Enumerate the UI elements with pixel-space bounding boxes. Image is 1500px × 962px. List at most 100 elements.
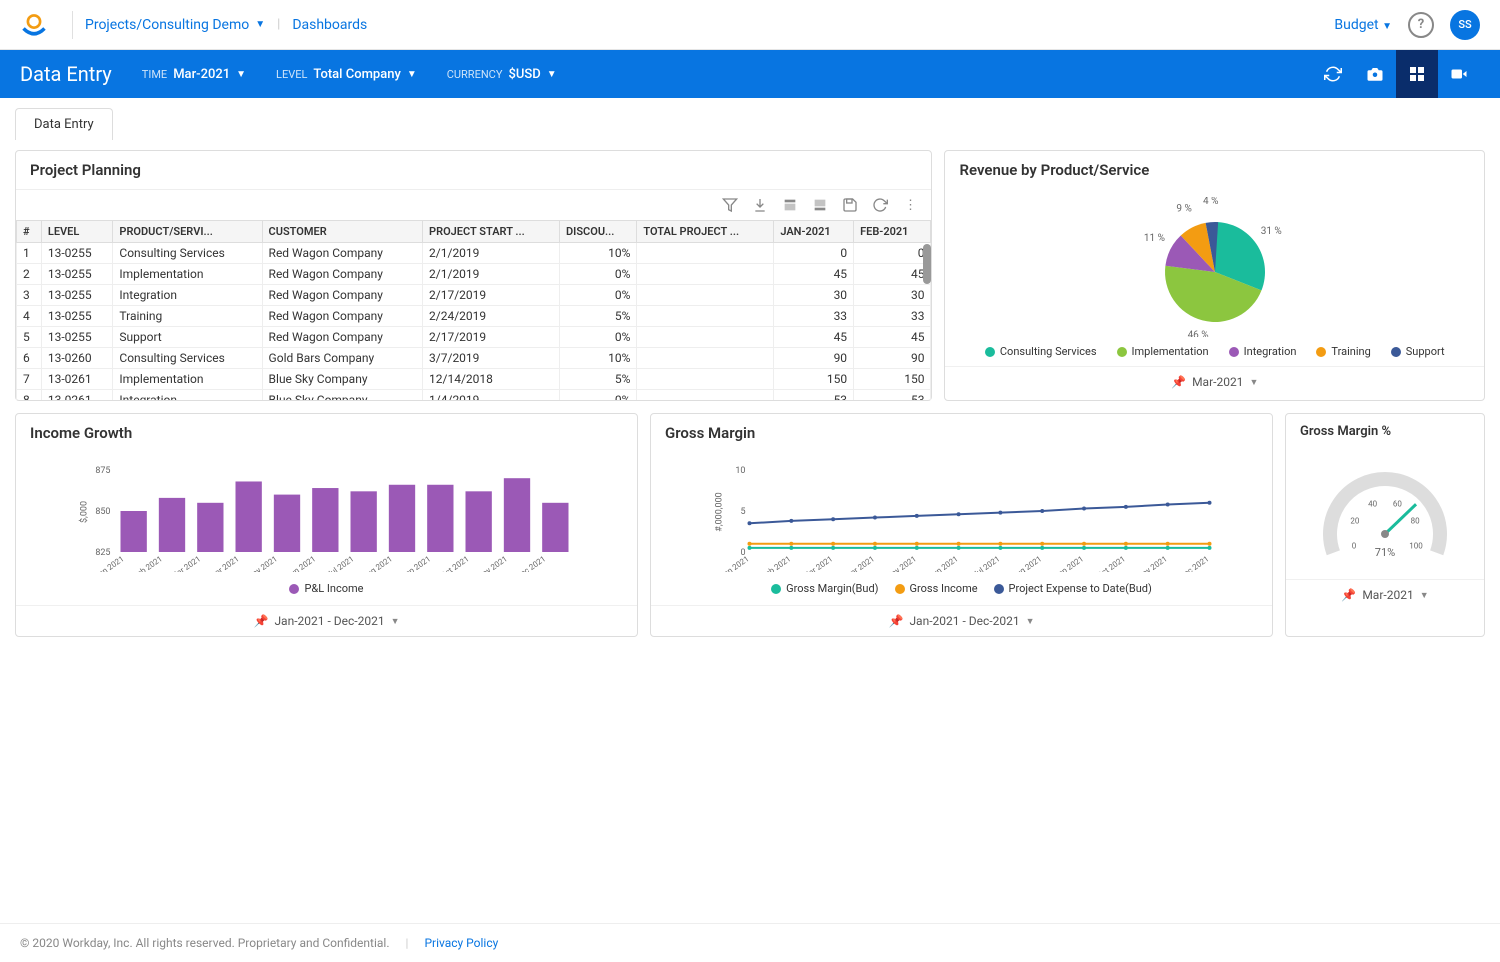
chevron-down-icon: ▼ <box>1420 590 1429 601</box>
breadcrumb-separator: | <box>277 17 280 32</box>
panel-footer-time[interactable]: 📌 Mar-2021 ▼ <box>945 366 1484 397</box>
legend-item: Support <box>1391 345 1445 358</box>
svg-text:875: 875 <box>95 466 110 476</box>
page-title: Data Entry <box>20 62 112 86</box>
chevron-down-icon[interactable]: ▼ <box>255 19 265 30</box>
download-icon[interactable] <box>749 194 771 216</box>
svg-text:Apr 2021: Apr 2021 <box>844 554 876 572</box>
table-header[interactable]: LEVEL <box>41 221 113 243</box>
svg-text:11 %: 11 % <box>1144 233 1165 244</box>
svg-text:Dec 2021: Dec 2021 <box>515 554 548 572</box>
panel-gross-margin: Gross Margin 0510#,000,000Jan 2021Feb 20… <box>650 413 1273 637</box>
table-header[interactable]: PRODUCT/SERVI... <box>113 221 262 243</box>
svg-text:4 %: 4 % <box>1203 197 1218 207</box>
table-row[interactable]: 813-0261IntegrationBlue Sky Company1/4/2… <box>17 390 931 401</box>
chevron-down-icon: ▼ <box>1249 377 1258 388</box>
grid-view-icon[interactable] <box>1396 50 1438 98</box>
gauge-chart: 02040608010071% <box>1310 459 1460 569</box>
svg-text:Jun 2021: Jun 2021 <box>927 554 959 572</box>
table-row[interactable]: 513-0255SupportRed Wagon Company2/17/201… <box>17 327 931 348</box>
table-header[interactable]: PROJECT START ... <box>423 221 560 243</box>
svg-text:Sep 2021: Sep 2021 <box>400 554 433 572</box>
chevron-down-icon: ▼ <box>391 616 400 627</box>
table-row[interactable]: 413-0255TrainingRed Wagon Company2/24/20… <box>17 306 931 327</box>
panel-revenue-pie: Revenue by Product/Service 31 % 46 % 11 % 9… <box>944 150 1485 401</box>
breadcrumb-projects[interactable]: Projects/Consulting Demo <box>85 17 249 33</box>
scrollbar-vertical[interactable] <box>923 244 931 284</box>
svg-text:Feb 2021: Feb 2021 <box>760 554 792 572</box>
tab-data-entry[interactable]: Data Entry <box>15 108 113 140</box>
filter-time[interactable]: TIME Mar-2021 ▼ <box>142 67 246 82</box>
table-row[interactable]: 113-0255Consulting ServicesRed Wagon Com… <box>17 243 931 264</box>
table-toolbar: ⋮ <box>16 189 931 220</box>
user-avatar[interactable]: SS <box>1450 10 1480 40</box>
save-icon[interactable] <box>839 194 861 216</box>
line-chart: 0510#,000,000Jan 2021Feb 2021Mar 2021Apr… <box>665 462 1258 572</box>
svg-text:Oct 2021: Oct 2021 <box>439 554 471 572</box>
panel-title: Project Planning <box>16 151 931 189</box>
legend-item: Project Expense to Date(Bud) <box>994 582 1152 595</box>
chevron-down-icon: ▼ <box>236 69 246 80</box>
svg-text:Dec 2021: Dec 2021 <box>1178 554 1211 572</box>
svg-text:Oct 2021: Oct 2021 <box>1095 554 1127 572</box>
svg-text:$,000: $,000 <box>79 501 90 523</box>
budget-dropdown[interactable]: Budget ▼ <box>1334 17 1392 33</box>
panel-title: Gross Margin <box>651 414 1272 452</box>
panel-income-growth: Income Growth 825850875$,000Jan 2021Feb … <box>15 413 638 637</box>
chevron-down-icon: ▼ <box>547 69 557 80</box>
svg-text:Mar 2021: Mar 2021 <box>169 554 202 572</box>
svg-text:#,000,000: #,000,000 <box>715 492 725 531</box>
legend-item: Gross Income <box>895 582 978 595</box>
top-nav: Projects/Consulting Demo ▼ | Dashboards … <box>0 0 1500 50</box>
svg-text:71%: 71% <box>1375 546 1395 559</box>
page-footer: © 2020 Workday, Inc. All rights reserved… <box>0 923 1500 962</box>
project-planning-table[interactable]: #LEVELPRODUCT/SERVI...CUSTOMERPROJECT ST… <box>16 220 931 400</box>
refresh-table-icon[interactable] <box>869 194 891 216</box>
legend-item: Consulting Services <box>985 345 1097 358</box>
svg-text:May 2021: May 2021 <box>245 554 279 572</box>
help-icon[interactable]: ? <box>1408 12 1434 38</box>
table-row[interactable]: 213-0255ImplementationRed Wagon Company2… <box>17 264 931 285</box>
table-header[interactable]: TOTAL PROJECT ... <box>637 221 774 243</box>
table-row[interactable]: 613-0260Consulting ServicesGold Bars Com… <box>17 348 931 369</box>
panel-gross-margin-pct: Gross Margin % 02040608010071% 📌 Mar-202… <box>1285 413 1485 637</box>
panel-title: Gross Margin % <box>1286 414 1484 449</box>
panel-footer-time[interactable]: 📌 Mar-2021 ▼ <box>1286 579 1484 610</box>
table-row[interactable]: 713-0261ImplementationBlue Sky Company12… <box>17 369 931 390</box>
svg-text:May 2021: May 2021 <box>884 554 918 572</box>
svg-text:9 %: 9 % <box>1176 203 1191 214</box>
export-icon[interactable] <box>779 194 801 216</box>
refresh-icon[interactable] <box>1312 50 1354 98</box>
more-icon[interactable]: ⋮ <box>899 194 921 216</box>
table-header[interactable]: FEB-2021 <box>854 221 931 243</box>
svg-text:Nov 2021: Nov 2021 <box>1136 554 1169 572</box>
video-icon[interactable] <box>1438 50 1480 98</box>
panel-footer-time[interactable]: 📌 Jan-2021 - Dec-2021 ▼ <box>651 605 1272 636</box>
panel-footer-time[interactable]: 📌 Jan-2021 - Dec-2021 ▼ <box>16 605 637 636</box>
import-icon[interactable] <box>809 194 831 216</box>
svg-text:46 %: 46 % <box>1187 330 1208 337</box>
svg-text:31 %: 31 % <box>1260 226 1281 237</box>
breadcrumb-dashboards[interactable]: Dashboards <box>292 17 367 33</box>
table-row[interactable]: 313-0255IntegrationRed Wagon Company2/17… <box>17 285 931 306</box>
svg-text:10: 10 <box>735 466 745 476</box>
panel-title: Income Growth <box>16 414 637 452</box>
table-header[interactable]: DISCOU... <box>560 221 637 243</box>
svg-text:Mar 2021: Mar 2021 <box>801 554 834 572</box>
legend-item: Integration <box>1229 345 1297 358</box>
pin-icon: 📌 <box>253 614 268 628</box>
camera-icon[interactable] <box>1354 50 1396 98</box>
panel-title: Revenue by Product/Service <box>945 151 1484 189</box>
filter-currency[interactable]: CURRENCY $USD ▼ <box>447 67 557 82</box>
filter-level[interactable]: LEVEL Total Company ▼ <box>276 67 417 82</box>
svg-text:Jun 2021: Jun 2021 <box>285 554 317 572</box>
table-header[interactable]: # <box>17 221 42 243</box>
table-header[interactable]: CUSTOMER <box>262 221 423 243</box>
svg-text:825: 825 <box>95 548 110 558</box>
table-header[interactable]: JAN-2021 <box>774 221 854 243</box>
bar-chart: 825850875$,000Jan 2021Feb 2021Mar 2021Ap… <box>30 462 623 572</box>
privacy-link[interactable]: Privacy Policy <box>424 936 498 950</box>
legend-item: Training <box>1316 345 1370 358</box>
pin-icon: 📌 <box>1171 375 1186 389</box>
filter-icon[interactable] <box>719 194 741 216</box>
